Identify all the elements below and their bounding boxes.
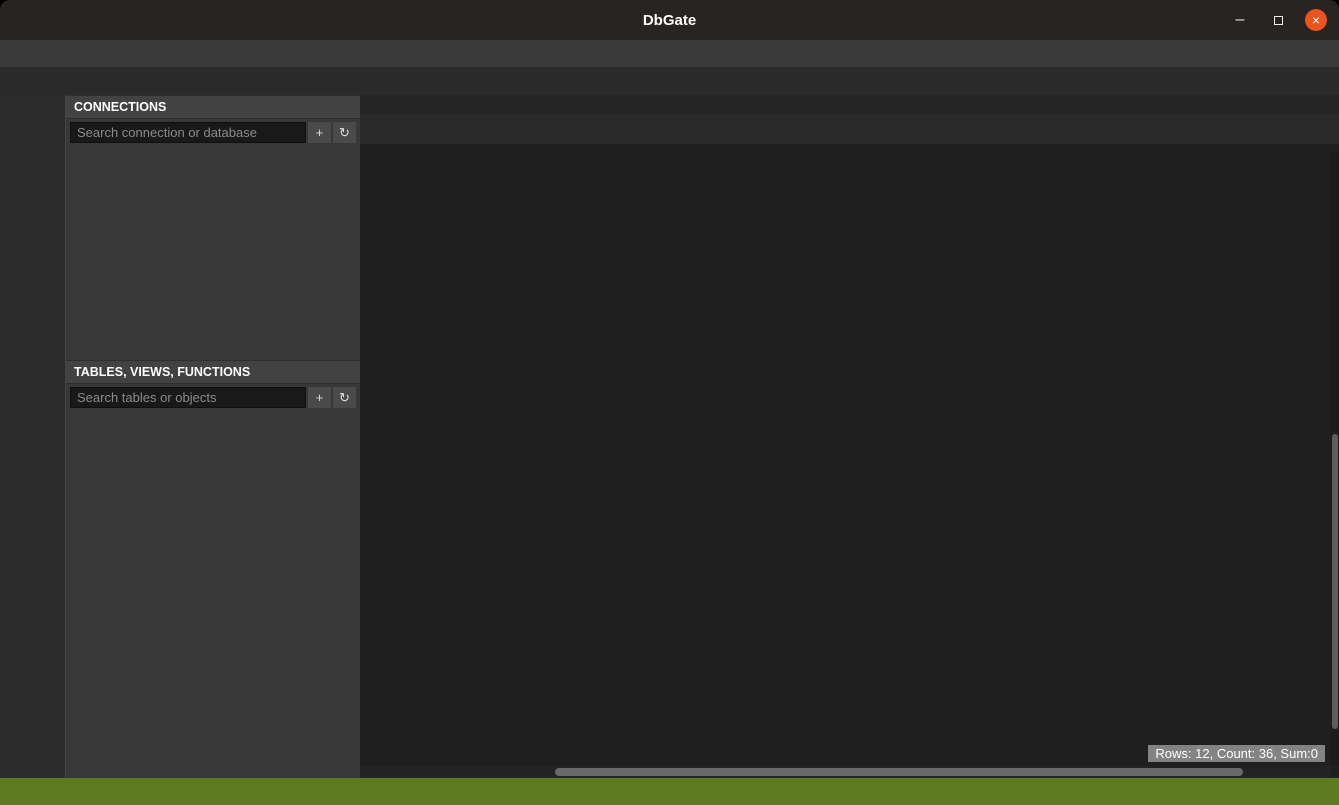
data-grid: Rows: 12, Count: 36, Sum:0 — [360, 144, 1339, 778]
vertical-scrollbar-thumb[interactable] — [1332, 434, 1338, 729]
add-connection-plus-button[interactable]: + — [308, 122, 331, 143]
left-rail — [0, 95, 65, 778]
main-area: CONNECTIONS + ↻ TABLES, VIEWS, FUNCTIONS… — [0, 95, 1339, 778]
titlebar: DbGate – × — [0, 0, 1339, 40]
maximize-button[interactable] — [1267, 9, 1289, 31]
connections-panel-header[interactable]: CONNECTIONS — [66, 95, 360, 119]
tables-panel-title: TABLES, VIEWS, FUNCTIONS — [74, 365, 250, 379]
vertical-scrollbar[interactable] — [1331, 152, 1339, 766]
connections-list — [66, 146, 360, 360]
window-controls: – × — [1229, 9, 1339, 31]
menubar — [0, 40, 1339, 67]
statusbar — [0, 778, 1339, 805]
sidebar: CONNECTIONS + ↻ TABLES, VIEWS, FUNCTIONS… — [65, 95, 360, 778]
connections-panel-title: CONNECTIONS — [74, 100, 166, 114]
window-title: DbGate — [0, 12, 1339, 29]
tab-row — [360, 114, 1339, 144]
maximize-icon — [1274, 16, 1283, 25]
horizontal-scrollbar-thumb[interactable] — [555, 768, 1243, 776]
tables-panel-header[interactable]: TABLES, VIEWS, FUNCTIONS — [66, 360, 360, 384]
horizontal-scrollbar[interactable] — [360, 766, 1331, 778]
connections-refresh-button[interactable]: ↻ — [333, 122, 356, 143]
tables-add-button[interactable]: + — [308, 387, 331, 408]
connections-search-input[interactable] — [70, 122, 306, 143]
minimize-button[interactable]: – — [1229, 9, 1251, 31]
connections-search-row: + ↻ — [66, 119, 360, 146]
tables-search-row: + ↻ — [66, 384, 360, 411]
close-button[interactable]: × — [1305, 9, 1327, 31]
dbgate-window: DbGate – × CONNECTIONS + ↻ TABLES, VIEWS… — [0, 0, 1339, 805]
database-group-row — [360, 95, 1339, 114]
selection-stats-overlay: Rows: 12, Count: 36, Sum:0 — [1148, 745, 1325, 762]
toolbar — [0, 67, 1339, 95]
tables-refresh-button[interactable]: ↻ — [333, 387, 356, 408]
tables-tree — [66, 411, 360, 778]
tables-search-input[interactable] — [70, 387, 306, 408]
content-area: Rows: 12, Count: 36, Sum:0 — [360, 95, 1339, 778]
